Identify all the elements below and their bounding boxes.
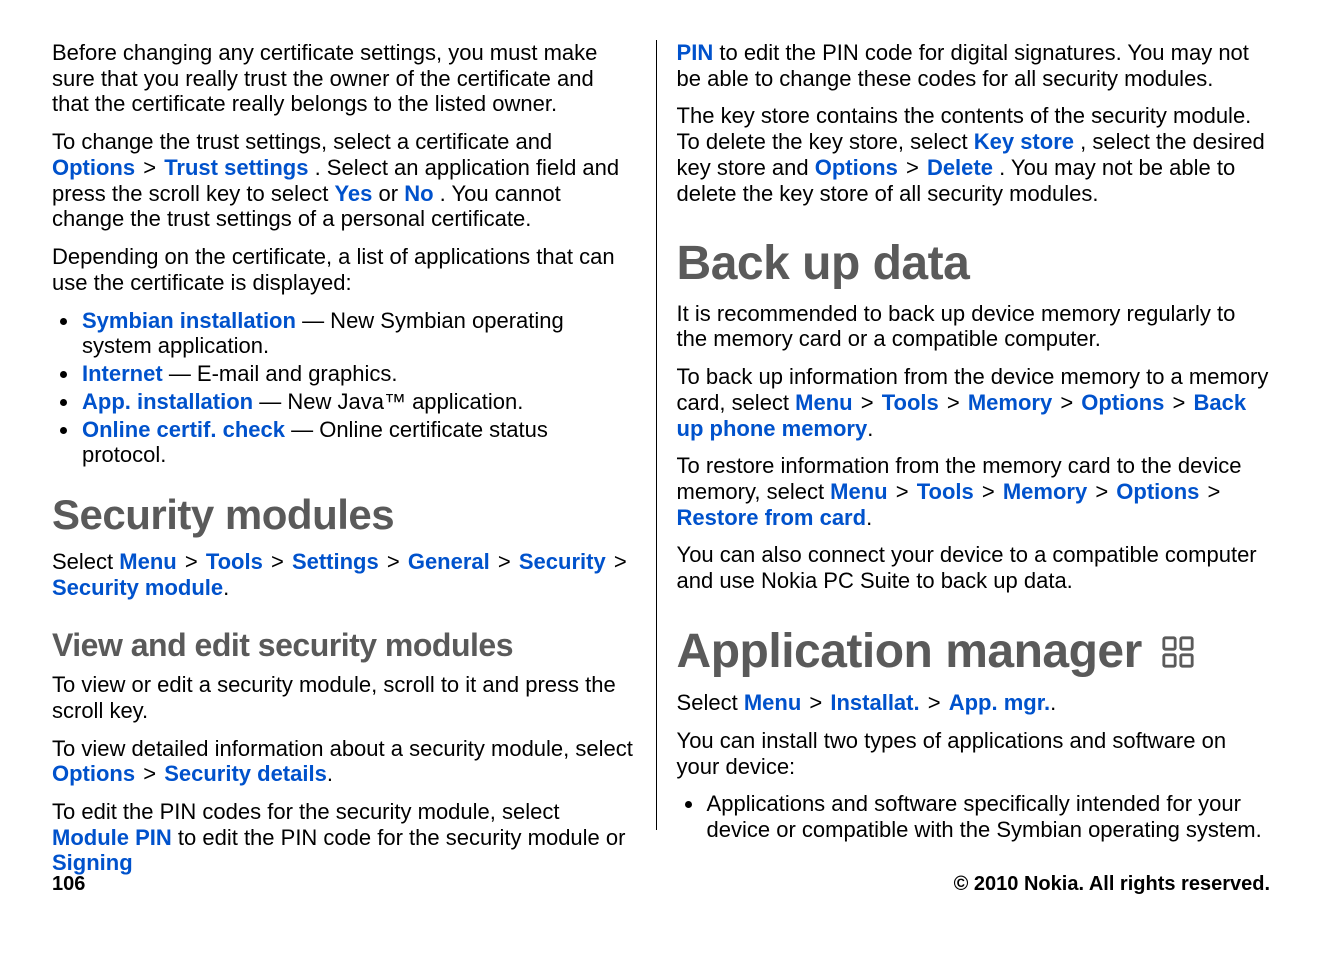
menu-link: Menu: [795, 390, 852, 415]
security-details-link: Security details: [164, 761, 327, 786]
options-link: Options: [1081, 390, 1164, 415]
text: To change the trust settings, select a c…: [52, 129, 552, 154]
copyright: © 2010 Nokia. All rights reserved.: [954, 873, 1270, 896]
sep-gt: >: [926, 690, 949, 715]
tools-link: Tools: [882, 390, 939, 415]
sep-gt: >: [141, 155, 164, 180]
general-link: General: [408, 549, 490, 574]
text: Select: [52, 549, 119, 574]
internet-link: Internet: [82, 361, 163, 386]
cert-app-list: Symbian installation — New Symbian opera…: [52, 308, 636, 468]
bu-p2: To back up information from the device m…: [677, 364, 1270, 441]
signing-link: Signing: [52, 850, 133, 875]
manual-page: Before changing any certificate settings…: [0, 0, 1322, 954]
sep-gt: >: [612, 549, 629, 574]
bu-p3: To restore information from the memory c…: [677, 453, 1270, 530]
text: Select: [677, 690, 744, 715]
security-link: Security: [519, 549, 606, 574]
right-column: PIN to edit the PIN code for digital sig…: [656, 40, 1270, 830]
trust-settings-link: Trust settings: [164, 155, 308, 180]
security-module-link: Security module: [52, 575, 223, 600]
heading-text: Application manager: [677, 625, 1142, 678]
depending-para: Depending on the certificate, a list of …: [52, 244, 636, 295]
text: to edit the PIN code for digital signatu…: [677, 40, 1249, 91]
text: — E-mail and graphics.: [169, 361, 398, 386]
options-link: Options: [52, 761, 135, 786]
keystore-para: The key store contains the contents of t…: [677, 103, 1270, 206]
memory-link: Memory: [1003, 479, 1087, 504]
options-link: Options: [52, 155, 135, 180]
menu-link: Menu: [830, 479, 887, 504]
page-number: 106: [52, 873, 85, 896]
sep-gt: >: [1093, 479, 1116, 504]
list-item: Internet — E-mail and graphics.: [80, 361, 636, 387]
ve-p3: To edit the PIN codes for the security m…: [52, 799, 636, 876]
sep-gt: >: [183, 549, 206, 574]
sep-gt: >: [1206, 479, 1223, 504]
sep-gt: >: [1171, 390, 1194, 415]
trust-settings-para: To change the trust settings, select a c…: [52, 129, 636, 232]
text: or: [379, 181, 405, 206]
am-p2: You can install two types of application…: [677, 728, 1270, 779]
list-item: Online certif. check — Online certificat…: [80, 417, 636, 468]
ve-p2: To view detailed information about a sec…: [52, 736, 636, 787]
bu-p4: You can also connect your device to a co…: [677, 542, 1270, 593]
app-mgr-link: App. mgr.: [949, 690, 1050, 715]
delete-link: Delete: [927, 155, 993, 180]
cert-warning: Before changing any certificate settings…: [52, 40, 636, 117]
sep-gt: >: [385, 549, 408, 574]
memory-link: Memory: [968, 390, 1052, 415]
sep-gt: >: [269, 549, 292, 574]
text: to edit the PIN code for the security mo…: [178, 825, 626, 850]
heading-application-manager: Application manager: [677, 624, 1270, 682]
list-item: Applications and software specifically i…: [705, 791, 1270, 842]
yes-link: Yes: [334, 181, 372, 206]
online-cert-link: Online certif. check: [82, 417, 285, 442]
sep-gt: >: [980, 479, 1003, 504]
menu-link: Menu: [744, 690, 801, 715]
sep-gt: >: [859, 390, 882, 415]
installat-link: Installat.: [830, 690, 919, 715]
page-footer: 106 © 2010 Nokia. All rights reserved.: [52, 873, 1270, 896]
text: Applications and software specifically i…: [707, 791, 1262, 842]
sep-gt: >: [945, 390, 968, 415]
sep-gt: >: [141, 761, 164, 786]
sep-gt: >: [496, 549, 519, 574]
key-store-link: Key store: [974, 129, 1074, 154]
bu-p1: It is recommended to back up device memo…: [677, 301, 1270, 352]
text: To edit the PIN codes for the security m…: [52, 799, 559, 824]
symbian-install-link: Symbian installation: [82, 308, 296, 333]
am-list: Applications and software specifically i…: [677, 791, 1270, 842]
signing-pin-para: PIN to edit the PIN code for digital sig…: [677, 40, 1270, 91]
options-link: Options: [1116, 479, 1199, 504]
left-column: Before changing any certificate settings…: [52, 40, 636, 830]
ve-p1: To view or edit a security module, scrol…: [52, 672, 636, 723]
heading-security-modules: Security modules: [52, 490, 636, 539]
list-item: Symbian installation — New Symbian opera…: [80, 308, 636, 359]
options-link: Options: [815, 155, 898, 180]
heading-back-up-data: Back up data: [677, 236, 1270, 292]
heading-view-edit: View and edit security modules: [52, 627, 636, 664]
sep-gt: >: [807, 690, 830, 715]
menu-link: Menu: [119, 549, 176, 574]
sep-gt: >: [1058, 390, 1081, 415]
app-install-link: App. installation: [82, 389, 253, 414]
no-link: No: [404, 181, 433, 206]
tools-link: Tools: [206, 549, 263, 574]
sep-gt: >: [904, 155, 927, 180]
sep-gt: >: [894, 479, 917, 504]
text: — New Java™ application.: [259, 389, 523, 414]
module-pin-link: Module PIN: [52, 825, 172, 850]
am-path: Select Menu > Installat. > App. mgr..: [677, 690, 1270, 716]
pin-link: PIN: [677, 40, 714, 65]
restore-from-card-link: Restore from card: [677, 505, 867, 530]
settings-link: Settings: [292, 549, 379, 574]
list-item: App. installation — New Java™ applicatio…: [80, 389, 636, 415]
sm-path: Select Menu > Tools > Settings > General…: [52, 549, 636, 600]
app-manager-icon: [1161, 626, 1195, 682]
tools-link: Tools: [917, 479, 974, 504]
text: To view detailed information about a sec…: [52, 736, 633, 761]
two-column-layout: Before changing any certificate settings…: [0, 0, 1322, 830]
